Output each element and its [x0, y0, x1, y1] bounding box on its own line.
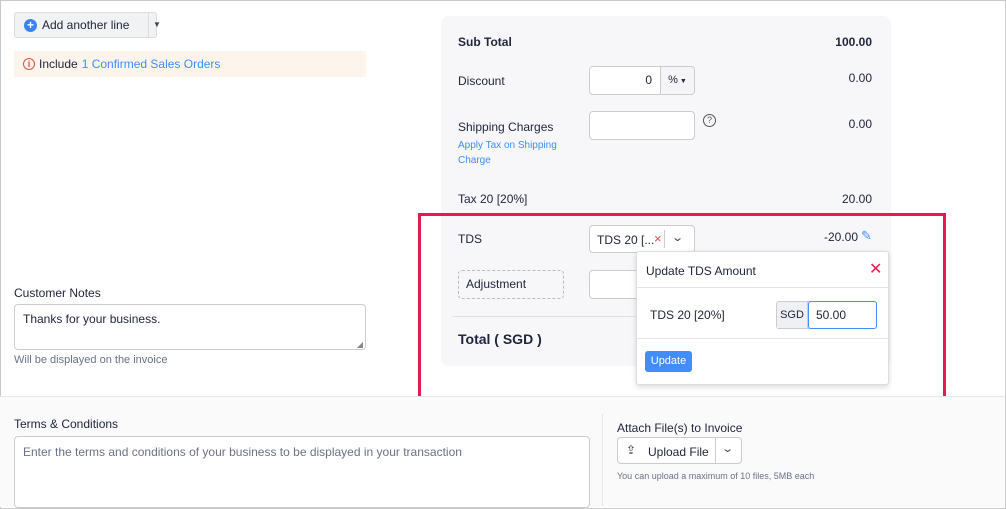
customer-notes-label: Customer Notes: [14, 286, 101, 300]
tds-amount-field-group: SGD 50.00: [776, 301, 877, 329]
discount-unit-dropdown[interactable]: % ▼: [661, 67, 694, 94]
terms-textarea[interactable]: Enter the terms and conditions of your b…: [14, 436, 590, 508]
apply-tax-shipping-link-line1[interactable]: Apply Tax on Shipping: [458, 138, 557, 153]
chevron-down-icon[interactable]: ⌄: [721, 442, 734, 455]
update-tds-popup: Update TDS Amount ✕ TDS 20 [20%] SGD 50.…: [636, 251, 889, 385]
caret-down-icon: ▼: [679, 78, 687, 85]
subtotal-label: Sub Total: [458, 35, 512, 49]
add-another-line-button[interactable]: + Add another line ▼: [14, 12, 161, 38]
discount-input[interactable]: 0: [590, 67, 660, 94]
currency-label: SGD: [777, 302, 808, 328]
customer-notes-textarea[interactable]: Thanks for your business. ◢: [14, 304, 366, 350]
caret-down-icon[interactable]: ▼: [153, 20, 161, 29]
info-icon: i: [23, 58, 35, 70]
customer-notes-hint: Will be displayed on the invoice: [14, 354, 168, 366]
attach-files-label: Attach File(s) to Invoice: [617, 421, 743, 435]
upload-icon: ⇪: [626, 443, 637, 457]
customer-notes-value: Thanks for your business.: [23, 312, 161, 326]
discount-value: 0.00: [848, 71, 872, 85]
add-another-line-label: Add another line: [42, 18, 130, 32]
terms-placeholder: Enter the terms and conditions of your b…: [23, 445, 462, 459]
apply-tax-shipping-link-line2[interactable]: Charge: [458, 153, 491, 168]
split-divider: [148, 13, 149, 37]
close-icon[interactable]: ✕: [869, 259, 882, 279]
update-button[interactable]: Update: [645, 351, 692, 372]
popup-tds-row-label: TDS 20 [20%]: [650, 308, 725, 322]
confirmed-sales-orders-link[interactable]: 1 Confirmed Sales Orders: [82, 57, 221, 71]
tax-label: Tax 20 [20%]: [458, 192, 528, 206]
popup-title: Update TDS Amount: [646, 264, 756, 278]
help-question-icon[interactable]: ?: [703, 114, 716, 127]
bottom-divider: [0, 396, 1004, 397]
popup-header: Update TDS Amount ✕: [637, 252, 888, 288]
resize-handle-icon[interactable]: ◢: [357, 340, 363, 349]
upload-divider: [715, 438, 716, 463]
discount-label: Discount: [458, 74, 505, 88]
shipping-charges-label: Shipping Charges: [458, 120, 554, 134]
subtotal-value: 100.00: [835, 35, 872, 49]
tax-value: 20.00: [841, 192, 872, 206]
shipping-charges-value: 0.00: [848, 117, 872, 131]
upload-hint: You can upload a maximum of 10 files, 5M…: [617, 471, 815, 481]
upload-file-button[interactable]: Upload File: [648, 445, 709, 459]
terms-label: Terms & Conditions: [14, 417, 119, 431]
popup-footer-divider: [637, 338, 888, 339]
tds-amount-input[interactable]: 50.00: [808, 301, 877, 329]
upload-file-button-group: ⇪ Upload File ⌄: [617, 437, 742, 464]
bottom-column-divider: [602, 414, 603, 506]
shipping-charges-input[interactable]: [589, 111, 695, 140]
include-sales-orders-banner: i Include 1 Confirmed Sales Orders: [14, 51, 366, 77]
plus-circle-icon: +: [24, 18, 37, 32]
include-prefix: Include: [39, 57, 78, 71]
discount-unit-label: %: [668, 74, 678, 86]
discount-field-group: 0 % ▼: [589, 66, 695, 95]
